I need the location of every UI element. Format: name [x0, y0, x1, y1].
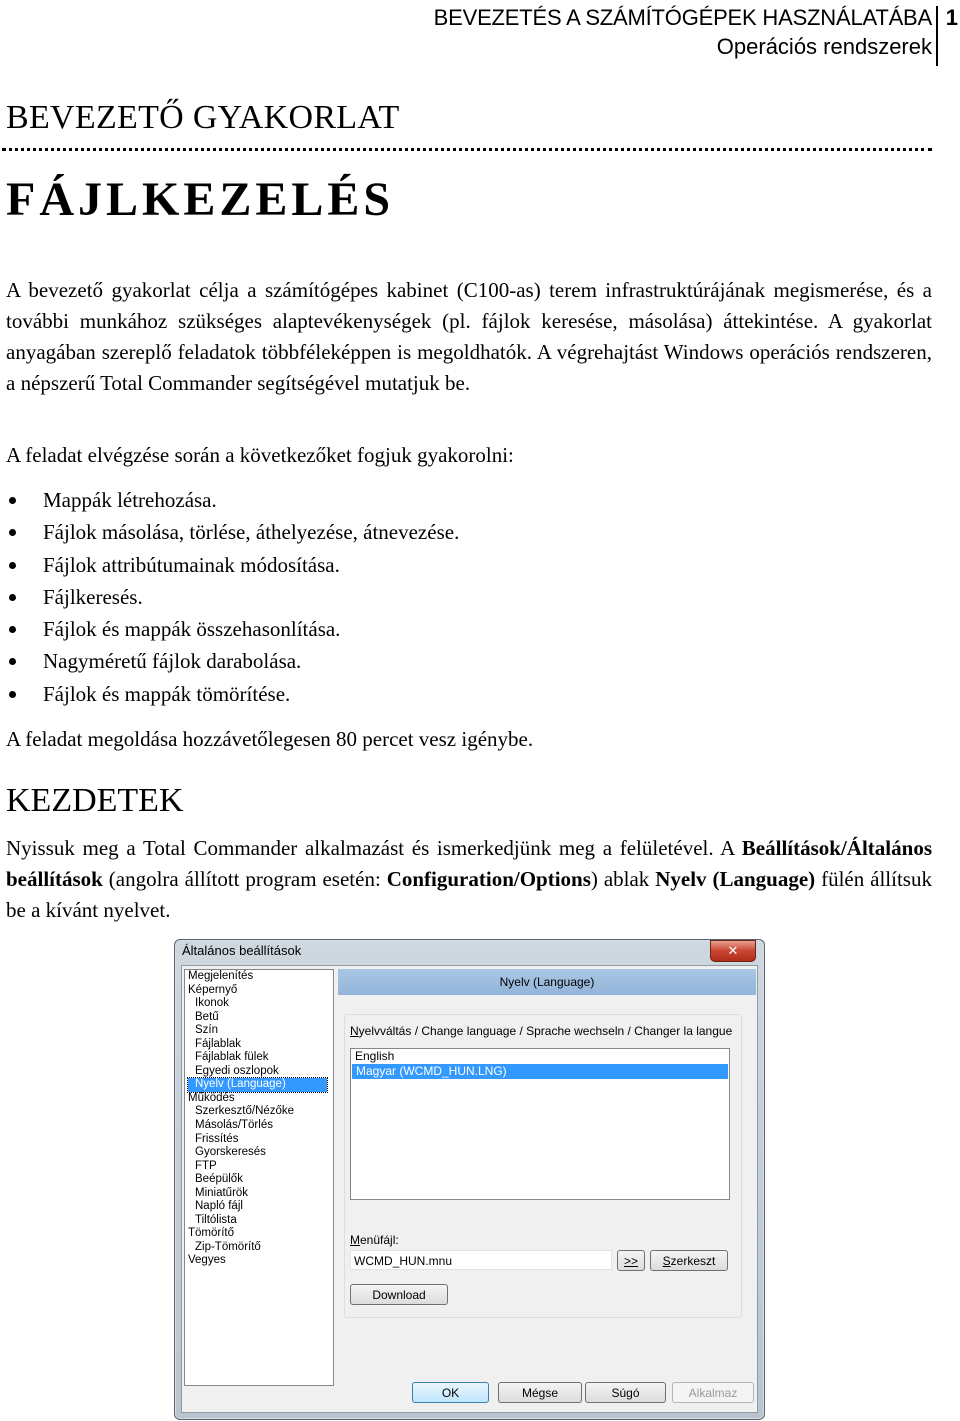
tree-item[interactable]: Zip-Tömörítő — [185, 1241, 333, 1255]
list-item: Fájlok másolása, törlése, áthelyezése, á… — [6, 516, 459, 548]
dotted-divider — [2, 148, 932, 151]
tree-item[interactable]: Miniatűrök — [185, 1187, 333, 1201]
dialog-title: Általános beállítások — [182, 943, 302, 958]
ok-button[interactable]: OK — [412, 1382, 489, 1403]
tab-name: Nyelv (Language) — [655, 867, 816, 891]
tree-item[interactable]: FTP — [185, 1160, 333, 1174]
menu-file-input[interactable]: WCMD_HUN.mnu — [350, 1250, 612, 1270]
edit-button[interactable]: Szerkeszt — [650, 1250, 728, 1271]
tree-item[interactable]: Képernyő — [185, 984, 333, 998]
list-item: Mappák létrehozása. — [6, 484, 459, 516]
tree-item[interactable]: Tömörítő — [185, 1227, 333, 1241]
bullet-icon — [9, 658, 16, 666]
task-list: Mappák létrehozása. Fájlok másolása, tör… — [6, 484, 459, 710]
subheading: KEZDETEK — [6, 782, 184, 819]
bullet-icon — [9, 497, 16, 504]
tree-item[interactable]: Vegyes — [185, 1254, 333, 1268]
bullet-icon — [9, 593, 16, 601]
tree-item[interactable]: Másolás/Törlés — [185, 1119, 333, 1133]
settings-dialog: Általános beállítások ✕ Megjelenítés Képe… — [174, 939, 765, 1420]
cancel-button[interactable]: Mégse — [498, 1382, 582, 1403]
tree-item[interactable]: Fájlablak fülek — [185, 1051, 333, 1065]
tree-item[interactable]: Fájlablak — [185, 1038, 333, 1052]
tree-item[interactable]: Működés — [185, 1092, 333, 1106]
course-title: BEVEZETÉS A SZÁMÍTÓGÉPEK HASZNÁLATÁBA — [433, 5, 933, 30]
section-heading: BEVEZETŐ GYAKORLAT — [6, 99, 400, 136]
tree-item[interactable]: Betű — [185, 1011, 333, 1025]
list-item: Fájlkeresés. — [6, 581, 459, 613]
language-listbox[interactable]: English Magyar (WCMD_HUN.LNG) — [350, 1048, 730, 1200]
list-intro: A feladat elvégzése során a következőket… — [6, 443, 514, 467]
menu-path-en: Configuration/Options — [386, 867, 591, 891]
tree-item[interactable]: Tiltólista — [185, 1214, 333, 1228]
bullet-icon — [9, 529, 16, 537]
list-item: Fájlok és mappák összehasonlítása. — [6, 613, 459, 645]
close-button[interactable]: ✕ — [710, 940, 756, 962]
tree-item[interactable]: Egyedi oszlopok — [185, 1065, 333, 1079]
page-number: 1 — [945, 5, 958, 30]
dialog-body: Megjelenítés Képernyő Ikonok Betű Szín Fájlab… — [181, 965, 758, 1413]
tree-item[interactable]: Szerkesztő/Nézőke — [185, 1105, 333, 1119]
list-item: Fájlok és mappák tömörítése. — [6, 678, 459, 710]
apply-button[interactable]: Alkalmaz — [672, 1382, 754, 1403]
tree-item[interactable]: Gyorskeresés — [185, 1146, 333, 1160]
tree-item[interactable]: Nyelv (Language) — [185, 1077, 333, 1093]
bullet-icon — [9, 626, 16, 634]
bullet-icon — [9, 690, 16, 698]
duration-note: A feladat megoldása hozzávetőlegesen 80 … — [6, 727, 534, 751]
settings-tree[interactable]: Megjelenítés Képernyő Ikonok Betű Szín Fájlab… — [184, 969, 334, 1386]
course-subtitle: Operációs rendszerek — [716, 34, 932, 59]
running-header: BEVEZETÉS A SZÁMÍTÓGÉPEK HASZNÁLATÁBA Op… — [0, 4, 960, 66]
intro-paragraph: A bevezető gyakorlat célja a számítógépe… — [6, 278, 932, 395]
language-option-english[interactable]: English — [351, 1049, 729, 1064]
list-item: Fájlok attribútumainak módosítása. — [6, 549, 459, 581]
list-item: Nagyméretű fájlok darabolása. — [6, 645, 459, 677]
page-title: FÁJLKEZELÉS — [6, 173, 395, 226]
tree-item[interactable]: Napló fájl — [185, 1200, 333, 1214]
header-divider — [936, 6, 938, 66]
download-button[interactable]: Download — [350, 1284, 448, 1305]
start-paragraph: Nyissuk meg a Total Commander alkalmazás… — [6, 836, 932, 922]
help-button[interactable]: Súgó — [585, 1382, 666, 1403]
language-option-magyar[interactable]: Magyar (WCMD_HUN.LNG) — [352, 1064, 728, 1079]
browse-button[interactable]: >> — [617, 1250, 645, 1271]
language-label: Nyelvváltás / Change language / Sprache … — [350, 1024, 733, 1038]
tree-item[interactable]: Szín — [185, 1024, 333, 1038]
tree-item[interactable]: Ikonok — [185, 997, 333, 1011]
tree-item[interactable]: Beépülők — [185, 1173, 333, 1187]
menu-file-label: Menüfájl: — [350, 1233, 399, 1247]
tree-item[interactable]: Frissítés — [185, 1133, 333, 1147]
tree-item[interactable]: Megjelenítés — [185, 970, 333, 984]
bullet-icon — [9, 561, 16, 569]
panel-title: Nyelv (Language) — [338, 969, 756, 995]
close-icon: ✕ — [727, 943, 739, 958]
